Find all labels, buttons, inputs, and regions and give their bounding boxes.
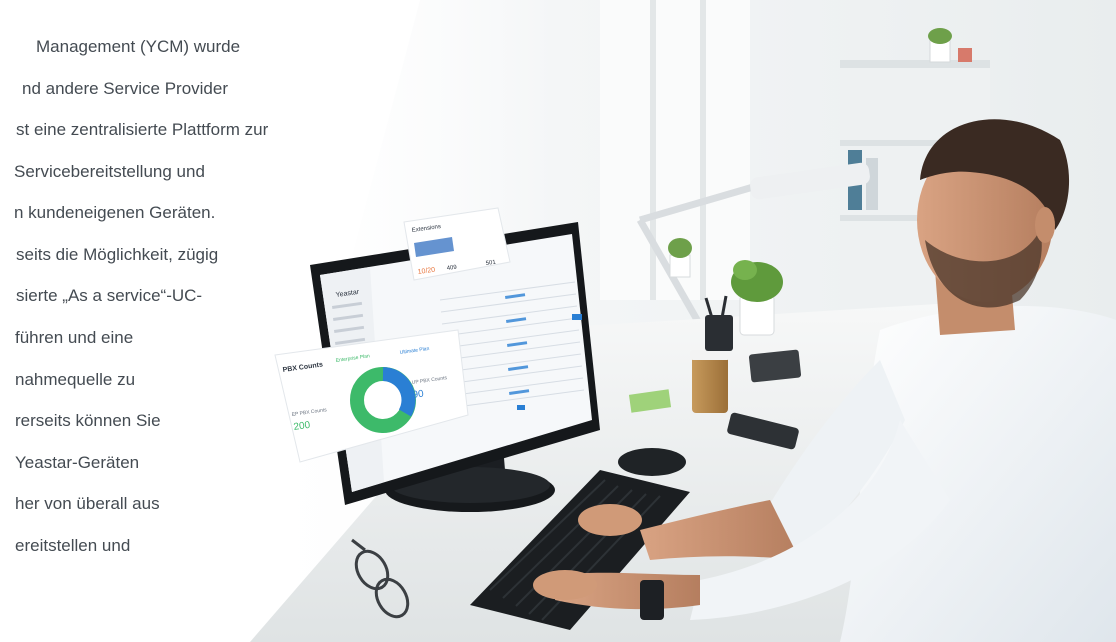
intro-line: Management (YCM) wurde bbox=[36, 37, 241, 56]
intro-line: rerseits können Sie bbox=[15, 411, 161, 430]
intro-line: Yeastar-Geräten bbox=[15, 453, 140, 472]
calculator bbox=[748, 349, 802, 383]
stat-right-value: 90 bbox=[412, 388, 425, 401]
intro-line: st eine zentralisierte Plattform zur bbox=[16, 120, 269, 139]
intro-line: nd andere Service Provider bbox=[22, 79, 229, 98]
intro-line: nahmequelle zu bbox=[15, 370, 136, 389]
intro-line: ereitstellen und bbox=[15, 536, 131, 555]
intro-line: her von überall aus bbox=[15, 494, 160, 513]
hero-image: Management (YCM) wurde nd andere Service… bbox=[0, 0, 1116, 642]
mouse bbox=[618, 448, 686, 476]
screen-button bbox=[572, 314, 582, 320]
intro-line: sierte „As a service“-UC- bbox=[16, 286, 203, 305]
coffee-cup bbox=[690, 350, 730, 413]
intro-line: Servicebereitstellung und bbox=[14, 162, 205, 181]
intro-line: führen und eine bbox=[15, 328, 134, 347]
intro-line: seits die Möglichkeit, zügig bbox=[16, 245, 219, 264]
intro-line: n kundeneigenen Geräten. bbox=[14, 203, 216, 222]
wristwatch bbox=[640, 580, 664, 620]
